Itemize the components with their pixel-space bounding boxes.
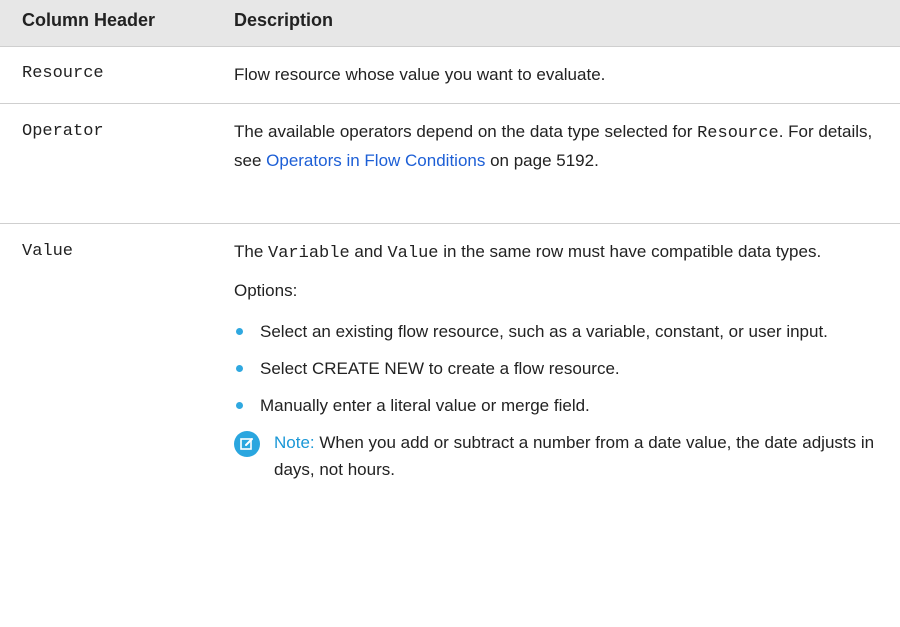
bullet-dot-icon <box>236 328 243 335</box>
row-description-resource: Flow resource whose value you want to ev… <box>234 65 606 84</box>
note-callout: Note: When you add or subtract a number … <box>234 429 894 483</box>
row-description-operator: The available operators depend on the da… <box>234 118 894 174</box>
operator-desc-part-a: The available operators depend on the da… <box>234 122 698 141</box>
row-name-resource: Resource <box>22 64 104 83</box>
table-row-resource: Resource Flow resource whose value you w… <box>0 47 900 104</box>
table-row-operator: Operator The available operators depend … <box>0 104 900 224</box>
row-description-value: The Variable and Value in the same row m… <box>234 238 894 483</box>
list-item: Manually enter a literal value or merge … <box>234 392 894 419</box>
code-resource: Resource <box>697 124 779 143</box>
options-label: Options: <box>234 281 298 300</box>
edit-note-icon <box>234 431 260 457</box>
bullet-dot-icon <box>236 365 243 372</box>
row-name-value: Value <box>22 242 74 261</box>
list-item: Select an existing flow resource, such a… <box>234 318 894 345</box>
note-text: When you add or subtract a number from a… <box>274 433 875 479</box>
options-list: Select an existing flow resource, such a… <box>234 318 894 419</box>
column-header-description: Description <box>234 10 334 30</box>
column-header-name: Column Header <box>22 10 156 30</box>
code-variable: Variable <box>268 244 350 263</box>
table-row-value: Value The Variable and Value in the same… <box>0 224 900 627</box>
list-item: Select CREATE NEW to create a flow resou… <box>234 355 894 382</box>
code-value: Value <box>387 244 439 263</box>
field-reference-table: Column Header Description Resource Flow … <box>0 0 900 627</box>
table-header-row: Column Header Description <box>0 0 900 47</box>
row-name-operator: Operator <box>22 122 104 141</box>
note-label: Note: <box>274 433 315 452</box>
bullet-dot-icon <box>236 402 243 409</box>
value-intro: The Variable and Value in the same row m… <box>234 242 822 263</box>
operators-in-flow-conditions-link[interactable]: Operators in Flow Conditions <box>266 151 485 170</box>
operator-desc-part-c: on page 5192. <box>485 151 599 170</box>
